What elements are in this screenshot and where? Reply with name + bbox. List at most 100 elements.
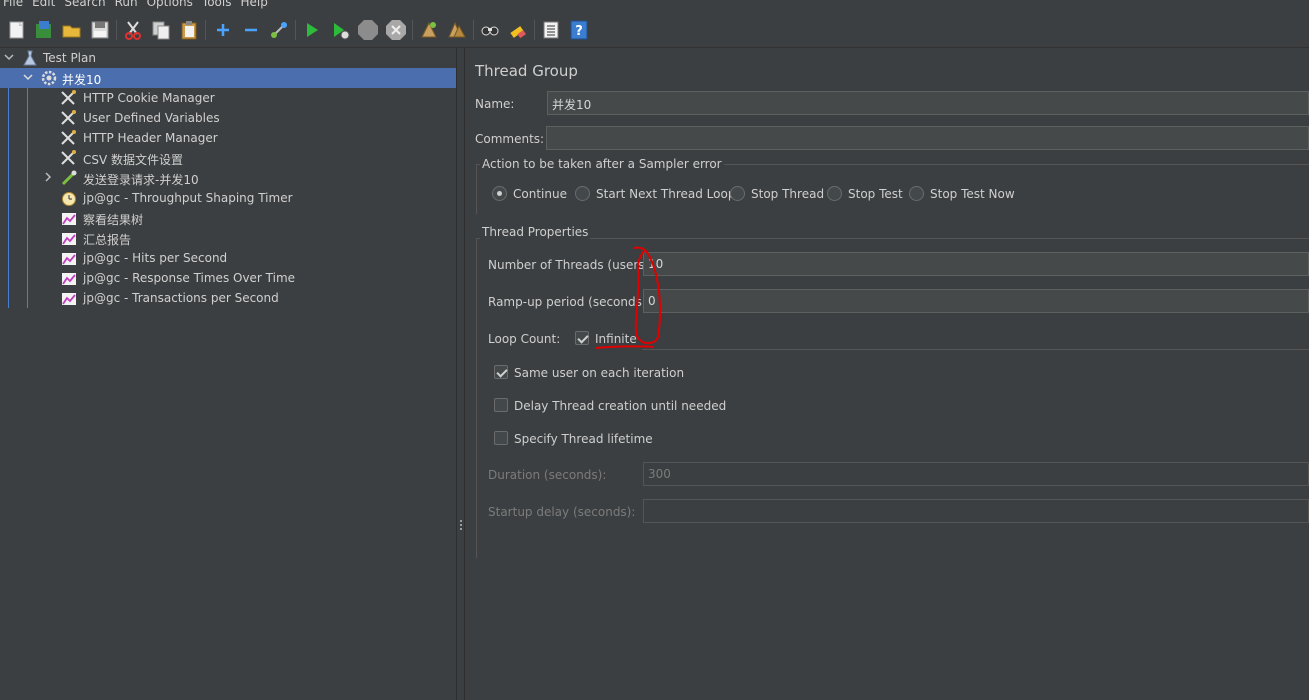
- ramp-up-period-field[interactable]: 0: [643, 289, 1309, 313]
- sampler-pipette-icon: [61, 170, 77, 186]
- menu-options[interactable]: Options: [147, 0, 193, 10]
- config-element-icon: [61, 110, 76, 125]
- toolbar-separator: [412, 20, 413, 40]
- help-icon[interactable]: ?: [568, 19, 590, 41]
- comments-field[interactable]: [546, 126, 1309, 150]
- tree-item-summary-report[interactable]: 汇总报告: [0, 228, 456, 248]
- name-label: Name:: [475, 97, 515, 111]
- thread-properties-group-title: Thread Properties: [480, 225, 591, 239]
- tree-item-response-times-over-time[interactable]: jp@gc - Response Times Over Time: [0, 268, 456, 288]
- name-field[interactable]: 并发10: [547, 91, 1309, 115]
- stop-test-now-radio[interactable]: [909, 186, 924, 201]
- tree-item-user-defined-variables[interactable]: User Defined Variables: [0, 108, 456, 128]
- config-element-icon: [61, 150, 76, 165]
- grip-dot: [460, 520, 462, 522]
- grip-dot: [460, 524, 462, 526]
- duration-label: Duration (seconds):: [488, 468, 607, 482]
- specify-thread-lifetime-label: Specify Thread lifetime: [514, 432, 653, 446]
- comments-label: Comments:: [475, 132, 545, 146]
- tree-item-transactions-per-second[interactable]: jp@gc - Transactions per Second: [0, 288, 456, 308]
- tree-item-throughput-shaping-timer[interactable]: jp@gc - Throughput Shaping Timer: [0, 188, 456, 208]
- tree-item-label: User Defined Variables: [83, 111, 220, 125]
- tree-item-view-results-tree[interactable]: 察看结果树: [0, 208, 456, 228]
- stop-thread-radio[interactable]: [730, 186, 745, 201]
- listener-chart-icon: [62, 253, 76, 265]
- listener-chart-icon: [62, 233, 76, 245]
- tree-item-label: 并发10: [62, 73, 102, 87]
- specify-thread-lifetime-checkbox[interactable]: [494, 431, 508, 445]
- number-of-threads-field[interactable]: 10: [643, 252, 1309, 276]
- tree-item-label: HTTP Cookie Manager: [83, 91, 215, 105]
- menu-file[interactable]: File: [3, 0, 23, 10]
- cut-icon[interactable]: [122, 19, 144, 41]
- toolbar-separator: [534, 20, 535, 40]
- toolbar-separator: [473, 20, 474, 40]
- test-plan-icon: [23, 50, 37, 66]
- tree-item-csv-data-set[interactable]: CSV 数据文件设置: [0, 148, 456, 168]
- stop-test-radio[interactable]: [827, 186, 842, 201]
- tree-item-label: jp@gc - Hits per Second: [83, 251, 228, 265]
- toolbar-separator: [295, 20, 296, 40]
- start-icon[interactable]: [301, 19, 323, 41]
- chevron-down-icon[interactable]: [22, 71, 34, 83]
- tree-item-label: Test Plan: [43, 51, 96, 65]
- shutdown-icon[interactable]: [385, 19, 407, 41]
- continue-radio[interactable]: [492, 186, 507, 201]
- search-icon[interactable]: [479, 19, 501, 41]
- expand-icon[interactable]: [212, 19, 234, 41]
- stop-thread-label: Stop Thread: [751, 187, 825, 201]
- thread-group-panel: Thread Group Name: 并发10 Comments: Action…: [466, 48, 1309, 700]
- config-element-icon: [61, 130, 76, 145]
- stop-test-label: Stop Test: [848, 187, 903, 201]
- reset-search-icon[interactable]: [507, 19, 529, 41]
- templates-icon[interactable]: [33, 19, 55, 41]
- page-title: Thread Group: [475, 62, 578, 80]
- menu-run[interactable]: Run: [115, 0, 138, 10]
- red-annotation-mark: [595, 246, 661, 349]
- group-border: [476, 238, 1309, 239]
- startup-delay-field[interactable]: [643, 499, 1309, 523]
- delay-thread-creation-checkbox[interactable]: [494, 398, 508, 412]
- collapse-icon[interactable]: [240, 19, 262, 41]
- clear-all-icon[interactable]: [446, 19, 468, 41]
- tree-item-label: HTTP Header Manager: [83, 131, 218, 145]
- loop-count-label: Loop Count:: [488, 332, 561, 346]
- clear-icon[interactable]: [418, 19, 440, 41]
- svg-text:?: ?: [575, 24, 583, 39]
- stop-icon[interactable]: [357, 19, 379, 41]
- tree-item-label: 察看结果树: [83, 213, 144, 227]
- tree-item-login-request[interactable]: 发送登录请求-并发10: [0, 168, 456, 188]
- config-element-icon: [61, 90, 76, 105]
- chevron-down-icon[interactable]: [3, 51, 15, 63]
- delay-thread-creation-label: Delay Thread creation until needed: [514, 399, 727, 413]
- menu-edit[interactable]: Edit: [32, 0, 55, 10]
- menu-search[interactable]: Search: [64, 0, 105, 10]
- listener-chart-icon: [62, 293, 76, 305]
- start-next-thread-loop-radio[interactable]: [575, 186, 590, 201]
- save-icon[interactable]: [89, 19, 111, 41]
- split-pane-divider[interactable]: [456, 48, 465, 700]
- tree-item-cookie-manager[interactable]: HTTP Cookie Manager: [0, 88, 456, 108]
- tree-item-label: jp@gc - Response Times Over Time: [83, 271, 296, 285]
- copy-icon[interactable]: [150, 19, 172, 41]
- startup-delay-label: Startup delay (seconds):: [488, 505, 636, 519]
- tree-item-thread-group[interactable]: 并发10: [0, 68, 456, 88]
- new-icon[interactable]: [6, 19, 28, 41]
- chevron-right-icon[interactable]: [42, 171, 54, 183]
- start-no-pauses-icon[interactable]: [329, 19, 351, 41]
- stop-test-now-label: Stop Test Now: [930, 187, 1015, 201]
- grip-dot: [460, 528, 462, 530]
- menu-help[interactable]: Help: [240, 0, 267, 10]
- toggle-icon[interactable]: [268, 19, 290, 41]
- tree-item-test-plan[interactable]: Test Plan: [0, 48, 456, 68]
- paste-icon[interactable]: [178, 19, 200, 41]
- same-user-checkbox[interactable]: [494, 365, 508, 379]
- group-border: [476, 238, 477, 558]
- tree-item-hits-per-second[interactable]: jp@gc - Hits per Second: [0, 248, 456, 268]
- open-icon[interactable]: [61, 19, 83, 41]
- duration-field[interactable]: 300: [643, 462, 1309, 486]
- function-helper-icon[interactable]: [540, 19, 562, 41]
- menu-tools[interactable]: Tools: [202, 0, 232, 10]
- timer-icon: [62, 192, 76, 206]
- tree-item-header-manager[interactable]: HTTP Header Manager: [0, 128, 456, 148]
